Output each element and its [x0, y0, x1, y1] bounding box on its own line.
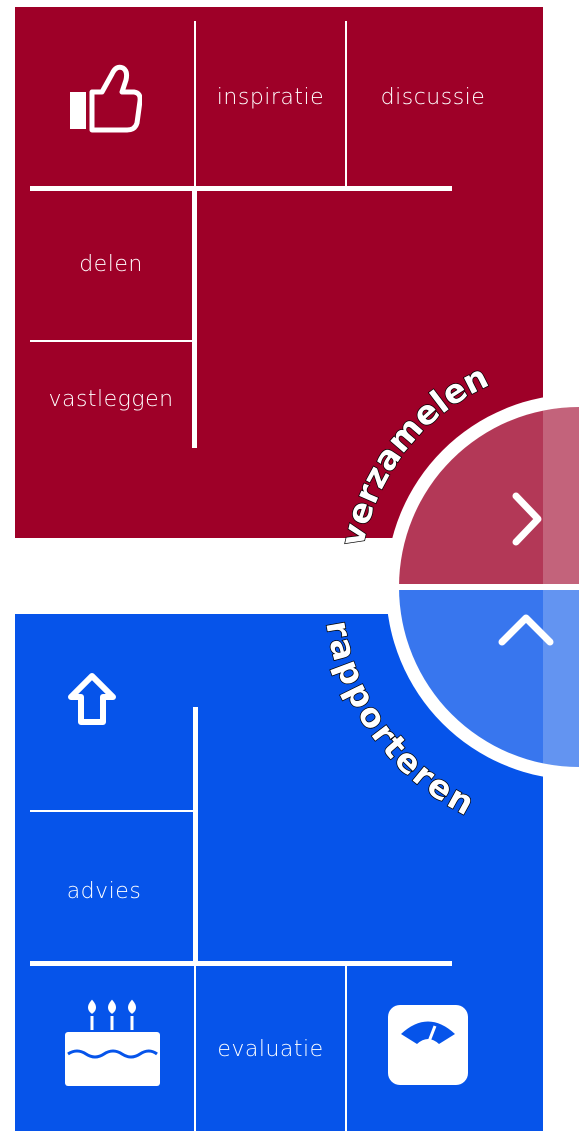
menu-item-vastleggen[interactable]: vastleggen	[25, 387, 197, 412]
birthday-cake-icon[interactable]	[62, 994, 162, 1090]
menu-item-inspiratie[interactable]: inspiratie	[196, 85, 345, 110]
next-button[interactable]	[500, 490, 550, 550]
menu-item-advies[interactable]: advies	[30, 879, 178, 904]
divider	[30, 961, 452, 966]
verzamelen-panel: inspiratie discussie delen vastleggen	[15, 7, 543, 538]
upload-arrow-icon[interactable]	[67, 672, 117, 726]
scale-icon[interactable]	[387, 1004, 469, 1086]
thumbs-up-icon[interactable]	[68, 61, 142, 133]
divider	[30, 186, 452, 191]
divider	[30, 340, 193, 342]
divider	[193, 707, 198, 962]
divider	[30, 810, 193, 812]
rapporteren-panel: advies evaluatie	[15, 614, 543, 1131]
collapse-button[interactable]	[490, 605, 560, 655]
divider	[345, 964, 347, 1131]
menu-item-delen[interactable]: delen	[30, 252, 192, 277]
menu-item-evaluatie[interactable]: evaluatie	[196, 1037, 345, 1062]
menu-item-discussie[interactable]: discussie	[347, 85, 519, 110]
